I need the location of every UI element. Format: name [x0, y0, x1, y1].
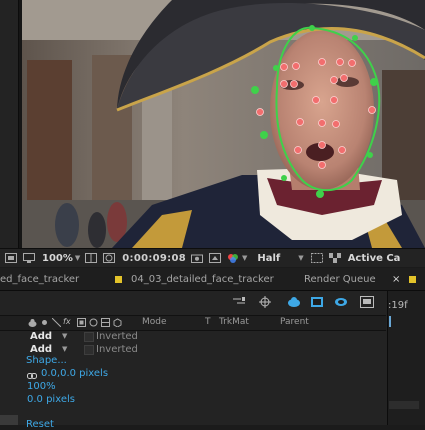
- current-time[interactable]: 0:00:09:08: [122, 253, 186, 264]
- mask-path-row: Shape...: [0, 355, 386, 367]
- motion-blur-icon[interactable]: [334, 296, 348, 308]
- left-panel-edge: [0, 0, 19, 248]
- timeline-toolbar: [0, 291, 386, 313]
- shy-layers-icon[interactable]: [287, 296, 301, 308]
- timeline-panel: :19f fx Mode T TrkMat Parent Add ▼ Inver…: [0, 291, 425, 430]
- mask-row[interactable]: Add ▼ Inverted: [0, 343, 386, 355]
- tab-label: ed_face_tracker: [0, 273, 80, 285]
- parent-column-header: Parent: [280, 317, 309, 327]
- viewer-toolbar: 100% ▼ 0:00:09:08 ▼ Half ▼ Active Ca: [0, 248, 425, 267]
- tab-render-queue[interactable]: Render Queue: [304, 268, 376, 290]
- tab-extra[interactable]: ×: [392, 268, 425, 290]
- layer-label-strip: [0, 415, 18, 425]
- mask-mode-dropdown[interactable]: Add: [30, 344, 52, 355]
- tab-detailed-face-tracker[interactable]: 04_03_detailed_face_tracker: [115, 268, 274, 290]
- comp-flowchart-icon[interactable]: [232, 296, 246, 308]
- mask-feather-value[interactable]: 0.0,0.0 pixels: [41, 368, 108, 379]
- inverted-checkbox[interactable]: [84, 345, 94, 355]
- graph-editor-icon[interactable]: [360, 296, 374, 308]
- composition-viewer[interactable]: [0, 0, 425, 248]
- mask-expansion-row: 0.0 pixels: [0, 394, 386, 406]
- draft-3d-icon[interactable]: [258, 296, 272, 308]
- safe-zones-icon[interactable]: [84, 252, 98, 264]
- color-channel-icon[interactable]: [226, 252, 240, 264]
- region-of-interest-icon[interactable]: [310, 252, 324, 264]
- trkmat-column-header: TrkMat: [219, 317, 249, 327]
- motion-blur-switch-icon[interactable]: [77, 318, 86, 327]
- chevron-down-icon: ▼: [298, 254, 304, 262]
- inverted-label: Inverted: [96, 331, 138, 342]
- monitor-icon[interactable]: [22, 252, 36, 264]
- snapshot-camera-icon[interactable]: [190, 252, 204, 264]
- playhead-marker[interactable]: [389, 316, 391, 327]
- zoom-dropdown[interactable]: 100%: [42, 253, 73, 264]
- composition-color-marker: [409, 275, 417, 283]
- mask-row[interactable]: Add ▼ Inverted: [0, 330, 386, 342]
- mask-opacity-row: 100%: [0, 381, 386, 393]
- resolution-dropdown[interactable]: Half: [257, 253, 280, 264]
- camera-dropdown[interactable]: Active Ca: [348, 253, 401, 264]
- mask-expansion-value[interactable]: 0.0 pixels: [27, 394, 75, 405]
- mode-column-header: Mode: [142, 317, 167, 327]
- chevron-down-icon: ▼: [62, 332, 68, 340]
- time-ruler[interactable]: :19f: [387, 291, 425, 425]
- sun-switch-icon[interactable]: [40, 318, 49, 327]
- mask-opacity-value[interactable]: 100%: [27, 381, 56, 392]
- 3d-layer-switch-icon[interactable]: [113, 318, 122, 328]
- transparency-grid-icon[interactable]: [328, 252, 342, 264]
- mask-visibility-icon[interactable]: [102, 252, 116, 264]
- video-frame[interactable]: [22, 0, 425, 248]
- composition-color-marker: [115, 275, 122, 283]
- chevron-down-icon: ▼: [74, 254, 81, 262]
- inverted-label: Inverted: [96, 344, 138, 355]
- video-frame-image: [22, 0, 425, 248]
- chevron-down-icon: ▼: [62, 345, 68, 353]
- close-icon[interactable]: ×: [392, 274, 400, 285]
- scroll-thumb[interactable]: [389, 401, 419, 409]
- chevron-down-icon: ▼: [242, 254, 248, 262]
- timeline-tab-bar: ed_face_tracker 04_03_detailed_face_trac…: [0, 268, 425, 291]
- tab-face-tracker[interactable]: ed_face_tracker: [0, 268, 79, 290]
- frame-blending-icon[interactable]: [310, 296, 324, 308]
- frame-readout: :19f: [388, 300, 408, 311]
- inverted-checkbox[interactable]: [84, 332, 94, 342]
- always-preview-icon[interactable]: [4, 252, 18, 264]
- show-snapshot-icon[interactable]: [208, 252, 222, 264]
- quality-switch-icon[interactable]: [51, 317, 62, 328]
- mask-shape-link[interactable]: Shape...: [26, 355, 67, 366]
- t-column-header: T: [205, 317, 211, 327]
- mask-mode-dropdown[interactable]: Add: [30, 331, 52, 342]
- tab-label: Render Queue: [304, 273, 376, 285]
- layer-column-header: fx Mode T TrkMat Parent: [0, 315, 386, 331]
- tab-label: 04_03_detailed_face_tracker: [131, 273, 274, 285]
- adjustment-switch-icon[interactable]: [89, 318, 98, 327]
- mask-feather-row: 0.0,0.0 pixels: [0, 368, 386, 380]
- collapse-switch-icon[interactable]: [101, 318, 110, 327]
- fx-switch-icon[interactable]: fx: [63, 317, 72, 326]
- shy-switch-icon[interactable]: [28, 318, 37, 327]
